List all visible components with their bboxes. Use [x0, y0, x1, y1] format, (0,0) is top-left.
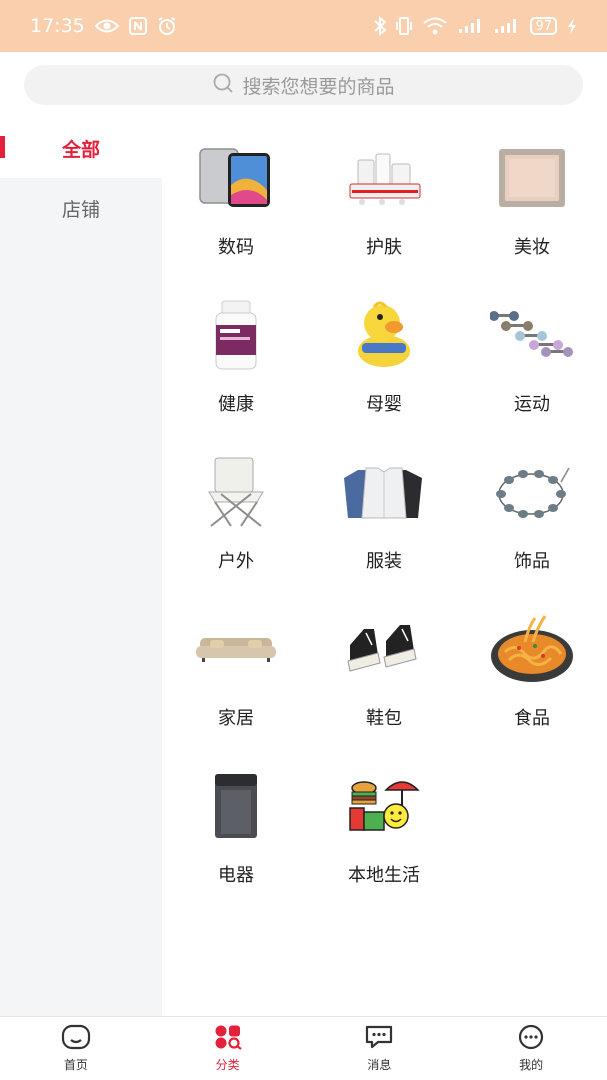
search-placeholder: 搜索您想要的商品: [242, 75, 395, 98]
category-item-digital[interactable]: 数码: [162, 118, 310, 275]
jackets-icon: [339, 452, 429, 532]
duck-potty-icon: [339, 295, 429, 375]
category-label: 食品: [514, 708, 550, 729]
bluetooth-icon: [374, 16, 387, 36]
category-item-outdoor[interactable]: 户外: [162, 432, 310, 589]
supplement-bottle-icon: [191, 295, 281, 375]
nfc-icon: [128, 17, 147, 35]
vibrate-icon: [396, 16, 413, 36]
camping-chair-icon: [191, 452, 281, 532]
category-item-makeup[interactable]: 美妆: [458, 118, 606, 275]
tab-category[interactable]: 分类: [152, 1017, 304, 1080]
status-left: 17:35: [30, 15, 177, 37]
dumbbell-icon: [487, 295, 577, 375]
search-icon: [212, 72, 234, 99]
signal-icon: [458, 18, 484, 34]
status-time: 17:35: [30, 15, 85, 37]
category-label: 本地生活: [348, 865, 420, 886]
category-item-baby[interactable]: 母婴: [310, 275, 458, 432]
home-icon: [61, 1024, 91, 1053]
category-label: 数码: [218, 237, 254, 258]
sidebar-item-all[interactable]: 全部: [0, 118, 162, 178]
category-item-local-life[interactable]: 本地生活: [310, 746, 458, 903]
sidebar-item-label: 全部: [61, 138, 100, 161]
tab-messages[interactable]: 消息: [304, 1017, 456, 1080]
category-item-clothing[interactable]: 服装: [310, 432, 458, 589]
category-label: 鞋包: [366, 708, 402, 729]
wifi-icon: [422, 17, 448, 35]
category-label: 家居: [218, 708, 254, 729]
profile-icon: [516, 1024, 546, 1053]
category-item-appliances[interactable]: 电器: [162, 746, 310, 903]
category-grid: 数码 护肤 美妆 健康 母婴 运动 户外 服装 饰品 家居 鞋包 食品 电器 本…: [162, 118, 607, 1016]
search-input[interactable]: 搜索您想要的商品: [24, 65, 583, 105]
category-item-skincare[interactable]: 护肤: [310, 118, 458, 275]
tablet-icon: [191, 138, 281, 218]
status-right: 97: [374, 16, 577, 36]
tab-label: 首页: [63, 1058, 88, 1072]
category-item-food[interactable]: 食品: [458, 589, 606, 746]
charging-icon: [567, 17, 577, 35]
alarm-icon: [157, 16, 177, 36]
category-item-home[interactable]: 家居: [162, 589, 310, 746]
compact-powder-icon: [487, 138, 577, 218]
local-life-icon: [339, 766, 429, 846]
search-bar-container: 搜索您想要的商品: [0, 52, 607, 118]
sneakers-icon: [339, 609, 429, 689]
signal-icon: [494, 18, 520, 34]
battery-indicator: 97: [530, 17, 557, 35]
eye-icon: [94, 18, 119, 34]
category-item-accessories[interactable]: 饰品: [458, 432, 606, 589]
washing-machine-icon: [191, 766, 281, 846]
status-bar: 17:35 97: [0, 0, 607, 52]
message-icon: [364, 1024, 394, 1053]
tab-label: 分类: [215, 1058, 240, 1072]
sofa-icon: [191, 609, 281, 689]
bottom-tab-bar: 首页 分类 消息 我的: [0, 1016, 607, 1080]
active-marker: [0, 136, 5, 158]
category-sidebar: 全部 店铺: [0, 118, 162, 1016]
tab-home[interactable]: 首页: [0, 1017, 152, 1080]
tab-label: 我的: [519, 1058, 544, 1072]
noodles-icon: [487, 609, 577, 689]
category-label: 运动: [514, 394, 550, 415]
sidebar-item-shops[interactable]: 店铺: [0, 178, 162, 238]
skincare-set-icon: [339, 138, 429, 218]
category-item-health[interactable]: 健康: [162, 275, 310, 432]
category-label: 户外: [218, 551, 254, 572]
category-label: 电器: [218, 865, 254, 886]
category-label: 母婴: [366, 394, 402, 415]
category-label: 饰品: [514, 551, 550, 572]
category-label: 健康: [218, 394, 254, 415]
category-icon: [213, 1024, 243, 1053]
category-label: 护肤: [366, 237, 402, 258]
category-label: 美妆: [514, 237, 550, 258]
category-item-sports[interactable]: 运动: [458, 275, 606, 432]
category-label: 服装: [366, 551, 402, 572]
sidebar-item-label: 店铺: [61, 198, 100, 221]
category-item-shoes-bags[interactable]: 鞋包: [310, 589, 458, 746]
bracelet-icon: [487, 452, 577, 532]
tab-profile[interactable]: 我的: [455, 1017, 607, 1080]
tab-label: 消息: [367, 1058, 392, 1072]
